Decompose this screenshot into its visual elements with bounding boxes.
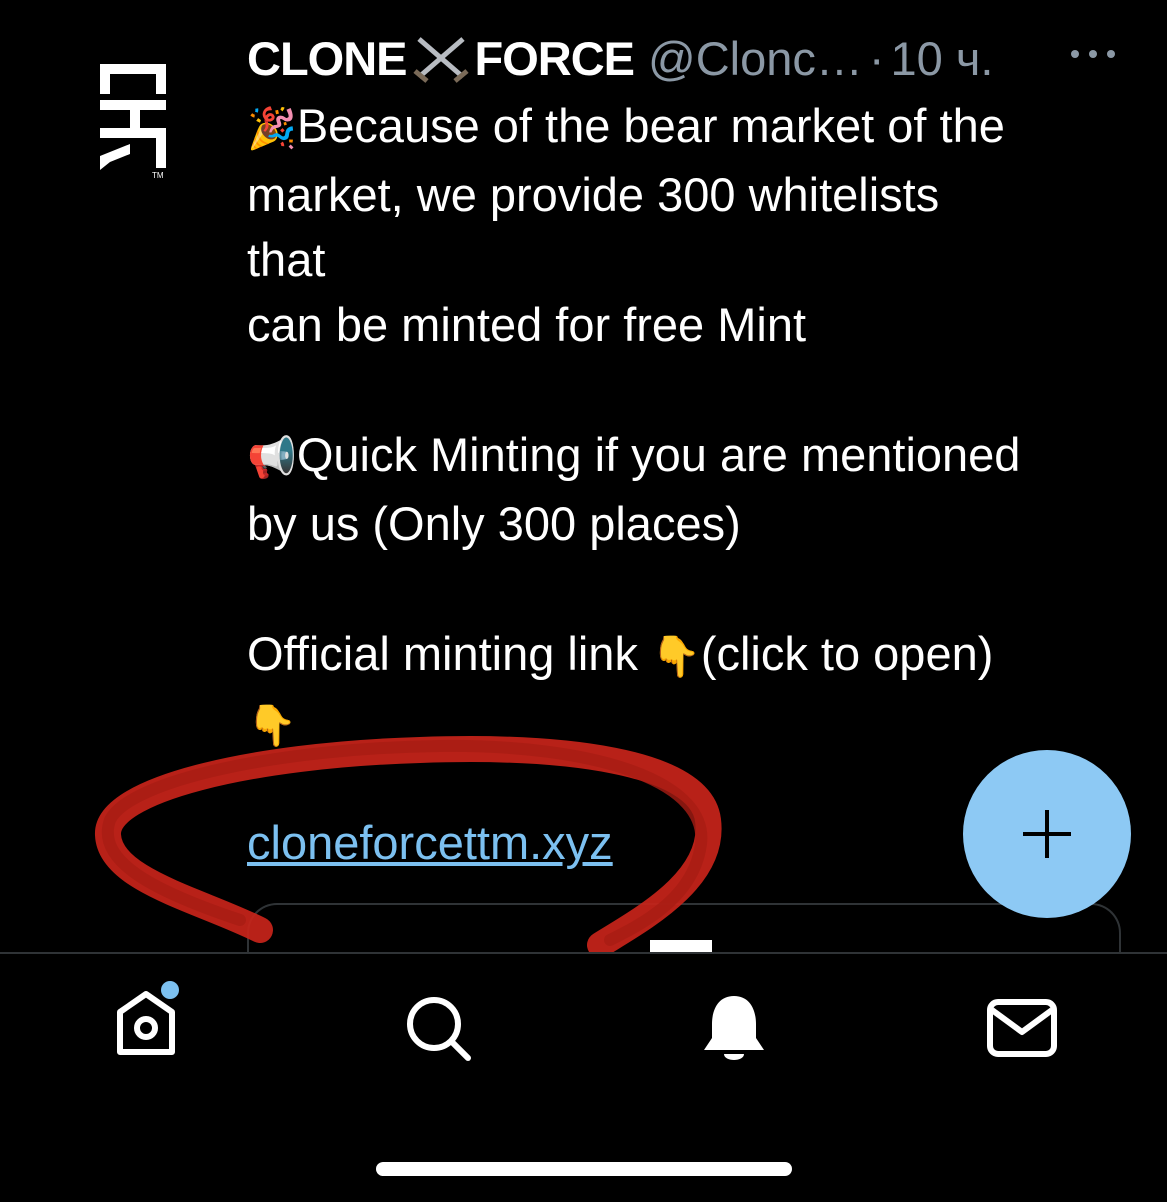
author-name[interactable]: CLONE FORCE [247,31,635,86]
compose-tweet-button[interactable] [963,750,1131,918]
svg-text:TM: TM [152,171,164,180]
author-handle[interactable]: @Clonc… [648,31,863,86]
party-popper-icon: 🎉 [247,106,297,152]
pointing-down-icon: 👇 [247,703,297,749]
plus-icon [1023,810,1071,858]
tweet-text: 🎉Because of the bear market of the marke… [247,99,1021,749]
home-indicator[interactable] [376,1162,792,1176]
tab-home[interactable] [106,978,186,1058]
tab-messages[interactable] [982,988,1062,1068]
mail-icon [987,999,1057,1057]
pointing-down-icon: 👇 [651,634,701,680]
tweet-timestamp[interactable]: 10 ч. [891,31,994,86]
separator-dot: · [868,31,885,85]
crossed-swords-icon [411,33,471,83]
notification-dot [161,981,179,999]
search-icon [407,997,471,1061]
more-horizontal-icon [1071,50,1115,58]
avatar[interactable]: TM [96,60,176,180]
tab-search[interactable] [398,988,478,1068]
megaphone-icon: 📢 [247,435,297,481]
minting-link[interactable]: cloneforcettm.xyz [247,815,613,870]
tab-notifications[interactable] [694,988,774,1068]
bell-icon [704,996,764,1060]
cloneforce-logo-icon: TM [100,64,166,180]
more-options-button[interactable] [1070,44,1116,64]
card-thumbnail [650,940,712,952]
home-icon [117,981,179,1055]
tweet-header: CLONE FORCE @Clonc… · 10 ч. [247,28,993,88]
